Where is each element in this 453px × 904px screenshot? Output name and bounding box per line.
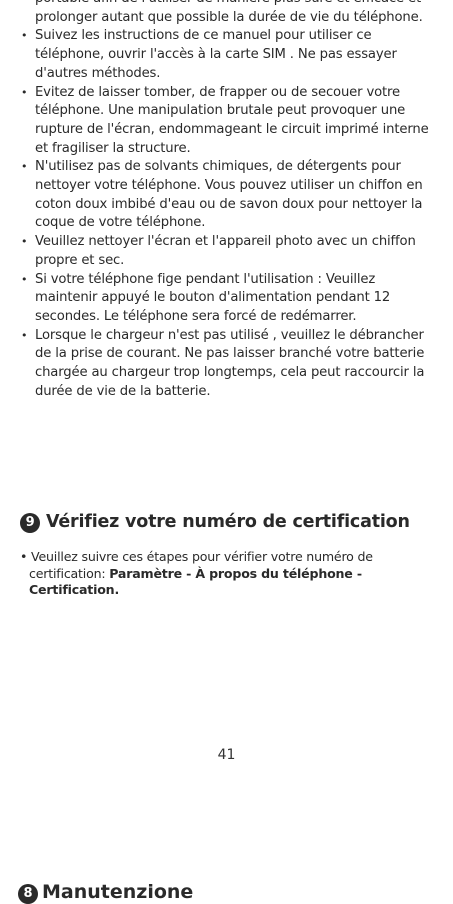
section-title: Manutenzione	[42, 881, 194, 903]
list-item: Evitez de laisser tomber, de frapper ou …	[20, 84, 440, 159]
list-item-text: Evitez de laisser tomber, de frapper ou …	[35, 84, 429, 156]
certification-paragraph: • Veuillez suivre ces étapes pour vérifi…	[20, 549, 451, 599]
list-item: Si votre téléphone fige pendant l'utilis…	[20, 271, 440, 327]
page-number: 41	[217, 747, 236, 763]
section-heading-next: 8 Manutenzione	[18, 880, 193, 904]
list-item-text: portable afin de l'utiliser de manière p…	[35, 0, 423, 25]
list-item: Suivez les instructions de ce manuel pou…	[20, 27, 440, 83]
list-item: Veuillez nettoyer l'écran et l'appareil …	[20, 233, 440, 270]
list-item-text: Suivez les instructions de ce manuel pou…	[35, 28, 397, 81]
section-heading-certification: 9 Vérifiez votre numéro de certification	[20, 510, 410, 534]
list-item-continuation: portable afin de l'utiliser de manière p…	[20, 0, 440, 27]
section-number-badge: 9	[20, 513, 40, 533]
list-item-text: Si votre téléphone fige pendant l'utilis…	[35, 271, 391, 324]
manual-page: portable afin de l'utiliser de manière p…	[0, 0, 453, 904]
list-item: Lorsque le chargeur n'est pas utilisé , …	[20, 327, 440, 402]
section-number-badge: 8	[18, 884, 38, 904]
list-item-text: N'utilisez pas de solvants chimiques, de…	[35, 159, 423, 231]
care-instructions-list: portable afin de l'utiliser de manière p…	[20, 0, 440, 401]
list-item-text: Veuillez nettoyer l'écran et l'appareil …	[35, 234, 416, 268]
section-title: Vérifiez votre numéro de certification	[46, 512, 410, 532]
list-item: N'utilisez pas de solvants chimiques, de…	[20, 158, 440, 233]
list-item-text: Lorsque le chargeur n'est pas utilisé , …	[35, 327, 425, 399]
